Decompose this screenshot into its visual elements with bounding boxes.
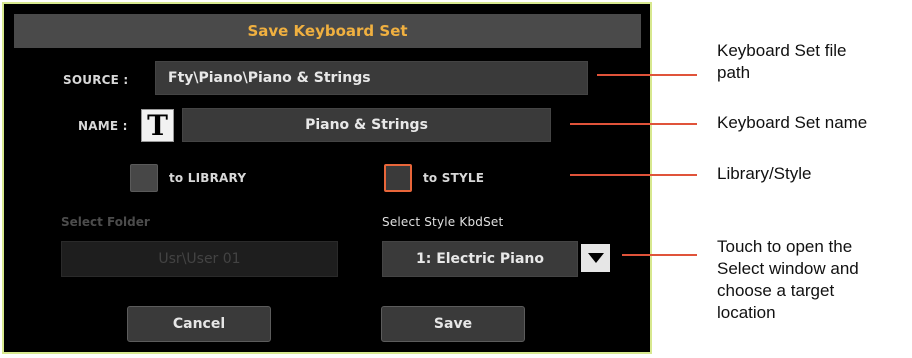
save-button[interactable]: Save [381,306,525,342]
to-style-label: to STYLE [423,171,485,185]
callout-name: Keyboard Set name [717,113,868,132]
source-path-field: Fty\Piano\Piano & Strings [155,61,588,95]
callout-line-name [570,123,697,125]
callout-select: Touch to open the Select window and choo… [717,236,859,324]
select-style-kbdset-field[interactable]: 1: Electric Piano [382,241,578,277]
dialog-title: Save Keyboard Set [14,14,641,48]
callout-select-line-4: location [717,303,776,322]
select-folder-label: Select Folder [61,215,150,229]
to-style-checkbox[interactable] [384,164,412,192]
to-library-checkbox[interactable] [130,164,158,192]
dropdown-arrow-button[interactable] [581,244,610,272]
callout-line-file-path [597,74,697,76]
select-style-kbdset-label: Select Style KbdSet [382,215,504,229]
callout-select-line-2: Select window and [717,259,859,278]
callout-line-select [622,254,697,256]
callout-target: Library/Style [717,164,812,183]
cancel-button[interactable]: Cancel [127,306,271,342]
text-edit-button[interactable]: T [141,109,174,142]
save-keyboard-set-dialog: Save Keyboard Set SOURCE : Fty\Piano\Pia… [2,2,652,354]
select-folder-field: Usr\User 01 [61,241,338,277]
to-library-label: to LIBRARY [169,171,247,185]
chevron-down-icon [587,253,604,263]
callout-file-path: Keyboard Set file path [717,40,846,84]
callout-select-line-3: choose a target [717,281,835,300]
name-field[interactable]: Piano & Strings [182,108,551,142]
callout-select-line-1: Touch to open the [717,237,853,256]
name-label: NAME : [78,119,128,133]
callout-file-path-line-1: Keyboard Set file [717,41,847,60]
callout-file-path-line-2: path [717,63,751,82]
callout-line-target [570,174,697,176]
source-label: SOURCE : [63,73,129,87]
